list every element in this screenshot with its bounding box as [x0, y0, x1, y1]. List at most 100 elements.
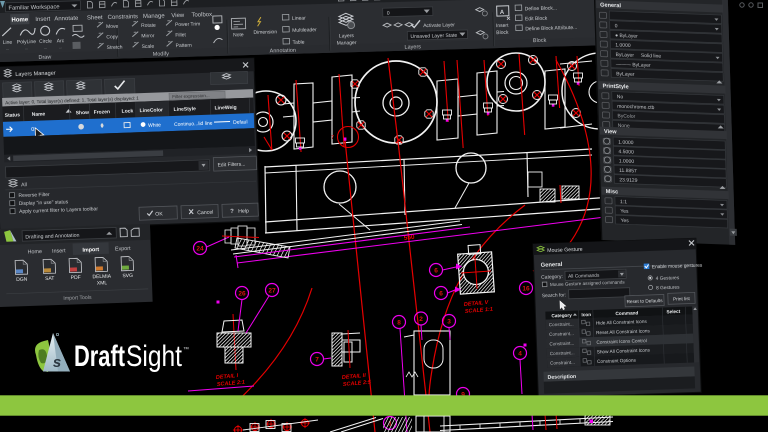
svg-text:s: s — [53, 354, 61, 371]
svg-text:Pattern: Pattern — [176, 43, 193, 49]
svg-text:Move: Move — [106, 24, 119, 30]
svg-text:● ByLayer: ● ByLayer — [615, 33, 638, 40]
svg-text:Constraints: Constraints — [108, 14, 139, 21]
svg-text:Layers: Layers — [339, 33, 355, 39]
svg-text:...: ... — [59, 44, 62, 49]
svg-text:LineStyle: LineStyle — [174, 106, 197, 113]
svg-text:Block: Block — [533, 38, 547, 44]
svg-text:Activate Layer: Activate Layer — [423, 22, 455, 29]
svg-text:PrintStyle: PrintStyle — [602, 84, 628, 91]
svg-text:Multileader: Multileader — [292, 27, 317, 34]
svg-text:Draft: Draft — [74, 340, 125, 373]
svg-text:Search for:: Search for: — [542, 292, 567, 299]
svg-text:Layers: Layers — [404, 44, 421, 50]
svg-text:Select: Select — [666, 309, 680, 314]
svg-text:Draw: Draw — [38, 55, 51, 61]
svg-text:Fillet: Fillet — [175, 32, 186, 38]
svg-text:Import Tools: Import Tools — [63, 295, 92, 302]
svg-text:Home: Home — [11, 17, 28, 23]
svg-text:Constraint...: Constraint... — [550, 360, 575, 366]
svg-text:Scale: Scale — [142, 44, 155, 50]
svg-text:Cancel: Cancel — [197, 210, 213, 217]
svg-text:Frozen: Frozen — [94, 109, 111, 116]
svg-text:7: 7 — [315, 356, 319, 363]
svg-text:1:1: 1:1 — [620, 199, 627, 205]
svg-text:23.9129: 23.9129 — [619, 177, 637, 184]
svg-text:8: 8 — [397, 319, 401, 326]
svg-text:Mirror: Mirror — [141, 33, 155, 39]
svg-text:Home: Home — [28, 249, 43, 255]
svg-text:Annotate: Annotate — [54, 16, 79, 23]
svg-text:...: ... — [44, 45, 47, 50]
svg-text:7: 7 — [331, 135, 334, 141]
svg-text:Defaul: Defaul — [233, 119, 248, 126]
svg-text:Status: Status — [5, 112, 21, 119]
svg-text:2: 2 — [419, 316, 423, 323]
svg-text:Stretch: Stretch — [107, 45, 123, 51]
svg-text:DGN: DGN — [16, 277, 28, 283]
svg-text:Modify: Modify — [153, 51, 170, 57]
svg-text:0: 0 — [615, 23, 618, 29]
svg-text:Constraint...: Constraint... — [549, 331, 574, 337]
svg-text:Edit Block: Edit Block — [525, 16, 548, 23]
svg-text:Note: Note — [233, 32, 244, 38]
svg-text:SAT: SAT — [45, 276, 55, 282]
svg-text:Yes: Yes — [621, 218, 630, 224]
svg-text:?: ? — [230, 209, 234, 215]
svg-text:Sight: Sight — [126, 340, 183, 373]
svg-text:Table: Table — [292, 39, 304, 45]
svg-text:Linear: Linear — [292, 15, 306, 21]
svg-text:Category:: Category: — [541, 274, 563, 281]
svg-text:Dimension: Dimension — [253, 29, 277, 36]
svg-text:No: No — [617, 94, 624, 100]
svg-text:...: ... — [25, 45, 28, 50]
svg-text:Command: Command — [615, 310, 638, 316]
svg-text:LineColor: LineColor — [140, 107, 164, 114]
svg-text:ByLayer: ByLayer — [616, 71, 635, 78]
svg-text:6: 6 — [439, 290, 443, 297]
svg-text:1.0000: 1.0000 — [619, 158, 635, 165]
svg-text:11.8857: 11.8857 — [619, 168, 637, 175]
svg-text:Copy: Copy — [106, 34, 118, 40]
svg-text:Annotation: Annotation — [270, 48, 296, 55]
svg-text:Description: Description — [548, 374, 577, 381]
svg-text:Mouse Gesture: Mouse Gesture — [547, 247, 583, 254]
svg-text:General: General — [600, 3, 621, 10]
svg-text:Insert: Insert — [496, 23, 509, 29]
svg-text:Define Block...: Define Block... — [525, 5, 557, 12]
svg-text:Power Trim: Power Trim — [175, 21, 200, 28]
svg-text:4: 4 — [518, 350, 522, 357]
svg-text:OK: OK — [155, 211, 163, 217]
svg-text:Help: Help — [238, 208, 249, 214]
svg-text:Rotate: Rotate — [141, 23, 156, 29]
svg-text:4.5000: 4.5000 — [618, 149, 634, 156]
svg-text:1.0000: 1.0000 — [615, 42, 631, 49]
svg-text:Manage: Manage — [143, 13, 166, 20]
svg-text:Misc: Misc — [606, 189, 619, 195]
svg-text:Name: Name — [32, 111, 46, 117]
svg-text:3: 3 — [447, 318, 451, 325]
svg-text:Export: Export — [115, 246, 131, 253]
svg-text:8 Gestures: 8 Gestures — [656, 285, 680, 292]
svg-text:General: General — [541, 262, 563, 269]
svg-text:Block: Block — [496, 30, 509, 36]
svg-text:27: 27 — [268, 287, 276, 294]
svg-text:1.0000: 1.0000 — [618, 140, 634, 147]
svg-text:Constraint...: Constraint... — [549, 341, 574, 347]
svg-text:View: View — [171, 13, 185, 19]
svg-text:...: ... — [6, 46, 9, 51]
svg-text:ByColor: ByColor — [617, 113, 635, 120]
svg-text:Insert: Insert — [35, 17, 51, 23]
svg-text:All: All — [21, 182, 27, 188]
svg-text:Import: Import — [82, 247, 99, 254]
svg-text:6: 6 — [434, 267, 438, 274]
svg-text:Constraint...: Constraint... — [549, 321, 574, 327]
svg-text:Manager: Manager — [337, 40, 357, 47]
svg-text:Print list: Print list — [673, 296, 691, 302]
svg-text:XML: XML — [97, 280, 108, 286]
svg-text:Edit Filters...: Edit Filters... — [217, 161, 245, 168]
svg-text:Constraint...: Constraint... — [550, 350, 575, 356]
svg-text:——— ByLayer: ——— ByLayer — [616, 62, 651, 69]
svg-text:White: White — [148, 122, 161, 128]
svg-text:PDF: PDF — [71, 275, 81, 281]
